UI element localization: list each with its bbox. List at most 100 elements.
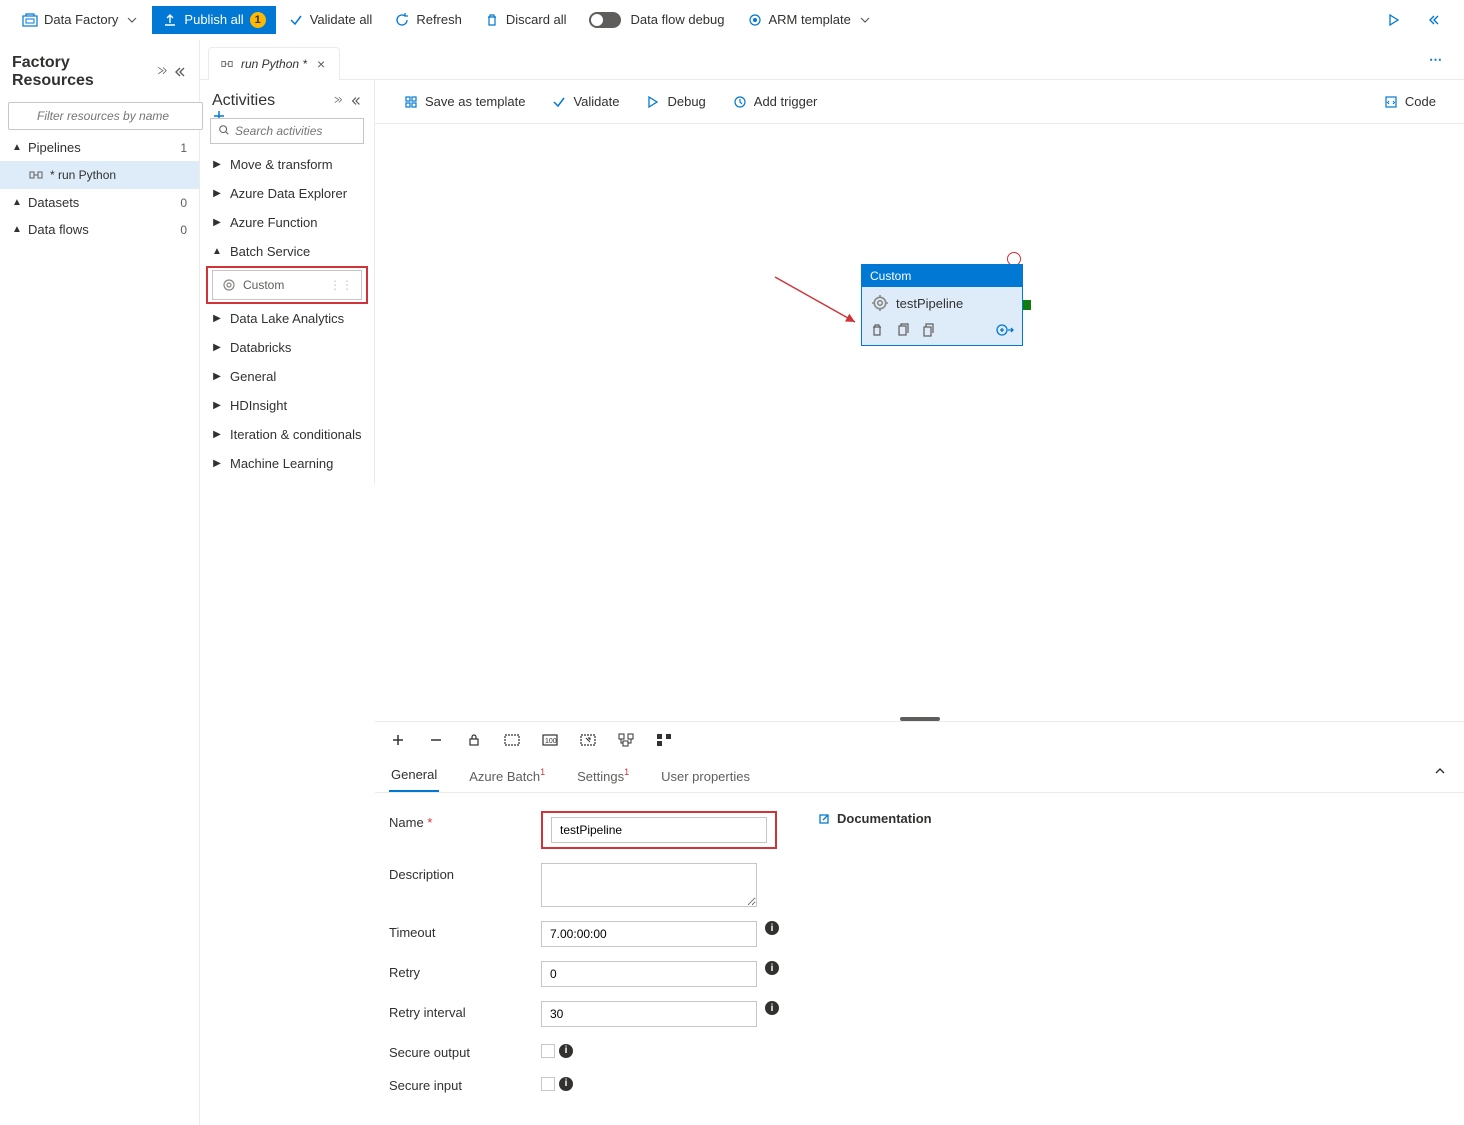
pin-icon[interactable] [155,65,169,79]
retry-input[interactable] [541,961,757,987]
search-icon [218,124,230,136]
activity-group-label: Iteration & conditionals [230,427,362,442]
activity-custom[interactable]: Custom ⋮⋮ [212,270,362,300]
description-input[interactable] [541,863,757,907]
pipeline-icon [219,56,235,72]
pin-icon[interactable] [332,95,344,107]
pipeline-item-run-python[interactable]: * run Python [0,161,199,189]
secure-input-checkbox[interactable] [541,1077,555,1091]
activity-group-iteration-conditionals[interactable]: ▶ Iteration & conditionals [200,420,374,449]
activity-group-label: Move & transform [230,157,333,172]
more-button[interactable]: ⋯ [1425,48,1448,72]
activity-group-label: Azure Data Explorer [230,186,347,201]
refresh-button[interactable]: Refresh [384,6,472,34]
info-icon[interactable]: i [765,961,779,975]
publish-all-button[interactable]: Publish all 1 [152,6,275,34]
data-flow-debug-label: Data flow debug [631,12,725,27]
toggle-icon [589,12,621,28]
activity-group-data-lake-analytics[interactable]: ▶Data Lake Analytics [200,304,374,333]
tab-azure-batch[interactable]: Azure Batch1 [467,761,547,792]
activity-group-move-transform[interactable]: ▶Move & transform [200,150,374,179]
factory-label: Data Factory [44,12,118,27]
tree-group-dataflows[interactable]: ▲Data flows 0 [0,216,199,243]
delete-node-button[interactable] [870,323,884,337]
search-activities-input[interactable] [210,118,364,144]
validate-label: Validate [573,94,619,109]
group-label: Pipelines [28,140,81,155]
save-as-template-button[interactable]: Save as template [391,88,537,116]
factory-resources-sidebar: Factory Resources ▲Pipeline [0,40,200,1125]
debug-button[interactable]: Debug [633,88,717,116]
tab-run-python[interactable]: run Python * × [208,47,340,80]
secure-output-checkbox[interactable] [541,1044,555,1058]
triangle-right-icon: ▶ [212,371,222,382]
arm-icon [747,12,763,28]
close-tab-button[interactable]: × [317,56,325,72]
name-input[interactable] [551,817,767,843]
output-connector[interactable] [1023,300,1031,310]
fit-screen-button[interactable] [503,731,521,749]
info-icon[interactable]: i [559,1044,573,1058]
activity-node-custom[interactable]: Custom testPipeline [861,264,1023,346]
data-flow-debug-toggle[interactable]: Data flow debug [579,6,735,34]
discard-all-button[interactable]: Discard all [474,6,577,34]
retry-interval-input[interactable] [541,1001,757,1027]
lock-button[interactable] [465,731,483,749]
tab-user-properties[interactable]: User properties [659,761,752,792]
validate-all-button[interactable]: Validate all [278,6,383,34]
tree-group-datasets[interactable]: ▲Datasets 0 [0,189,199,216]
top-toolbar: Data Factory Publish all 1 Validate all … [0,0,1464,40]
arm-template-dropdown[interactable]: ARM template [737,6,883,34]
triangle-right-icon: ▶ [212,429,222,440]
check-icon [288,12,304,28]
pipeline-item-label: * run Python [50,168,116,182]
timeout-label: Timeout [389,925,435,940]
zoom-100-button[interactable]: 100 [541,731,559,749]
activity-group-batch-service[interactable]: ▲Batch Service [200,237,374,266]
add-trigger-button[interactable]: Add trigger [720,88,830,116]
run-button[interactable] [1376,6,1412,34]
discard-all-label: Discard all [506,12,567,27]
timeout-input[interactable] [541,921,757,947]
info-icon[interactable]: i [559,1077,573,1091]
triangle-down-icon: ▲ [12,142,22,153]
activity-group-label: Machine Learning [230,456,333,471]
layout-button[interactable] [655,731,673,749]
zoom-out-button[interactable] [427,731,445,749]
activity-group-hdinsight[interactable]: ▶HDInsight [200,391,374,420]
tab-settings[interactable]: Settings1 [575,761,631,792]
activities-panel: Activities ▶Move & tr [200,80,375,484]
collapse-panel-button[interactable] [1432,763,1448,779]
pipeline-canvas[interactable]: Custom testPipeline [375,124,1464,715]
tab-general[interactable]: General [389,759,439,792]
data-factory-dropdown[interactable]: Data Factory [12,6,150,34]
triangle-right-icon: ▶ [212,400,222,411]
activity-group-azure-data-explorer[interactable]: ▶Azure Data Explorer [200,179,374,208]
add-output-button[interactable] [996,323,1014,337]
validate-button[interactable]: Validate [539,88,631,116]
activity-group-databricks[interactable]: ▶Databricks [200,333,374,362]
validate-all-label: Validate all [310,12,373,27]
align-button[interactable] [617,731,635,749]
activity-group-machine-learning[interactable]: ▶Machine Learning [200,449,374,478]
clone-node-button[interactable] [896,323,910,337]
filter-resources-input[interactable] [8,102,203,130]
info-icon[interactable]: i [765,1001,779,1015]
publish-label: Publish all [184,12,243,27]
copy-node-button[interactable] [922,323,936,337]
activity-group-general[interactable]: ▶General [200,362,374,391]
collapse-sidebar-icon[interactable] [173,65,187,79]
sidebar-title: Factory Resources [12,54,155,90]
activity-group-azure-function[interactable]: ▶Azure Function [200,208,374,237]
save-template-label: Save as template [425,94,525,109]
tree-group-pipelines[interactable]: ▲Pipelines 1 [0,134,199,161]
factory-icon [22,12,38,28]
refresh-icon [394,12,410,28]
documentation-link[interactable]: Documentation [817,811,932,826]
select-button[interactable] [579,731,597,749]
code-button[interactable]: Code [1371,88,1448,116]
collapse-right-button[interactable] [1416,6,1452,34]
zoom-in-button[interactable] [389,731,407,749]
collapse-activities-icon[interactable] [350,95,362,107]
info-icon[interactable]: i [765,921,779,935]
